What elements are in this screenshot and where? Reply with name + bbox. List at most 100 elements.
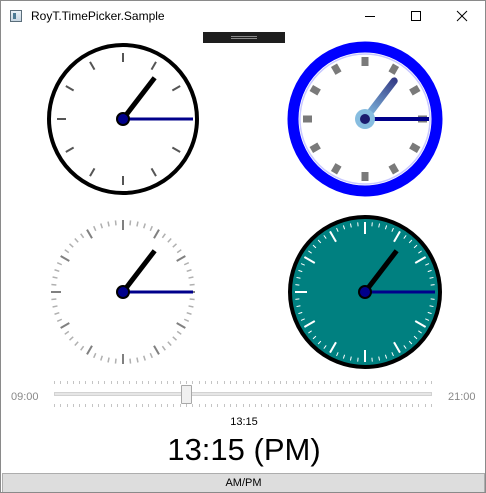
slider-tick [336, 381, 338, 384]
maximize-button[interactable] [393, 1, 439, 31]
slider-tick [141, 404, 143, 407]
slider-tick [343, 381, 345, 384]
minute-tick [186, 269, 192, 273]
minute-tick [100, 223, 104, 229]
slider-tick [160, 404, 162, 407]
slider-tick [273, 381, 275, 384]
slider-tick [104, 381, 106, 384]
minute-tick [100, 355, 104, 361]
app-window: RoyT.TimePicker.Sample 09:00 21:00 13:15… [0, 0, 486, 493]
hour-tick [153, 345, 160, 355]
slider-tick [167, 404, 169, 407]
minute-tick [80, 345, 85, 351]
slider-tick [204, 381, 206, 384]
slider-tick [173, 404, 175, 407]
minute-tick [142, 355, 146, 361]
minute-tick [129, 358, 132, 364]
hour-tick [86, 345, 93, 355]
slider-tick [54, 404, 55, 407]
slider-tick [336, 404, 338, 407]
center-pin-inner [360, 114, 370, 124]
slider-tick [330, 381, 332, 384]
clock-blue[interactable] [287, 41, 443, 197]
slider-tick [229, 381, 231, 384]
slider-tick [343, 404, 345, 407]
slider-tick [211, 381, 213, 384]
slider-tick [399, 404, 401, 407]
slider-tick [116, 381, 118, 384]
hour-tick [309, 84, 321, 96]
minute-tick [142, 223, 146, 229]
slider-tick [173, 381, 175, 384]
slider-ticks-top [54, 381, 432, 384]
slider-tick [236, 404, 238, 407]
slider-tick [305, 381, 307, 384]
slider-tick [255, 404, 257, 407]
slider-tick [154, 404, 156, 407]
slider-tick [129, 404, 131, 407]
minute-tick [74, 341, 79, 347]
minute-tick [189, 298, 195, 301]
hour-tick [176, 322, 186, 329]
slider-tick [424, 381, 426, 384]
slider-tick [91, 381, 93, 384]
slider-tick [387, 404, 389, 407]
slider-tick [355, 404, 357, 407]
slider-tick [299, 381, 301, 384]
minute-tick [188, 276, 194, 279]
minute-tick [93, 352, 97, 359]
slider-tick [374, 404, 376, 407]
center-pin [116, 112, 130, 126]
slider-tick [311, 381, 313, 384]
clock-teal[interactable] [287, 214, 443, 370]
minute-tick [74, 237, 79, 243]
slider-tick [405, 381, 407, 384]
slider-tick [141, 381, 143, 384]
hour-tick [388, 163, 400, 175]
title-bar[interactable]: RoyT.TimePicker.Sample [1, 1, 485, 31]
slider-tick [85, 404, 87, 407]
slider-tick [217, 381, 219, 384]
slider-tick [280, 404, 282, 407]
clock-classic[interactable] [46, 42, 200, 196]
slider-tick [412, 404, 414, 407]
ampm-button[interactable]: AM/PM [2, 473, 485, 492]
slider-tick [85, 381, 87, 384]
minute-tick [64, 249, 70, 254]
minute-tick [64, 330, 70, 335]
close-button[interactable] [439, 1, 485, 31]
minute-tick [167, 341, 172, 347]
minute-tick [52, 305, 58, 308]
minute-tick [167, 237, 172, 243]
time-slider-thumb[interactable] [181, 385, 193, 404]
slider-tick [110, 381, 112, 384]
slider-tick [129, 381, 131, 384]
hour-tick [153, 229, 160, 239]
slider-tick [185, 404, 187, 407]
minute-tick [107, 357, 110, 363]
slider-tick [148, 381, 150, 384]
hour-tick [330, 163, 342, 175]
slider-tick [236, 381, 238, 384]
slider-tick [192, 404, 194, 407]
slider-tick [280, 381, 282, 384]
slider-tick [192, 381, 194, 384]
slider-tick [123, 381, 125, 384]
slider-tick [261, 404, 263, 407]
slider-tick [292, 381, 294, 384]
minute-tick [52, 276, 58, 279]
slider-tick [79, 404, 81, 407]
clock-minimal[interactable] [46, 215, 200, 369]
minute-tick [188, 305, 194, 308]
hour-hand [121, 249, 157, 294]
slider-tick [267, 381, 269, 384]
slider-tick [305, 404, 307, 407]
debug-toolbar[interactable] [203, 32, 285, 43]
slider-tick [79, 381, 81, 384]
slider-tick [361, 381, 363, 384]
slider-tick [349, 404, 351, 407]
minimize-button[interactable] [347, 1, 393, 31]
time-slider-track[interactable] [54, 392, 432, 396]
hour-tick [409, 84, 421, 96]
slider-tick [267, 404, 269, 407]
